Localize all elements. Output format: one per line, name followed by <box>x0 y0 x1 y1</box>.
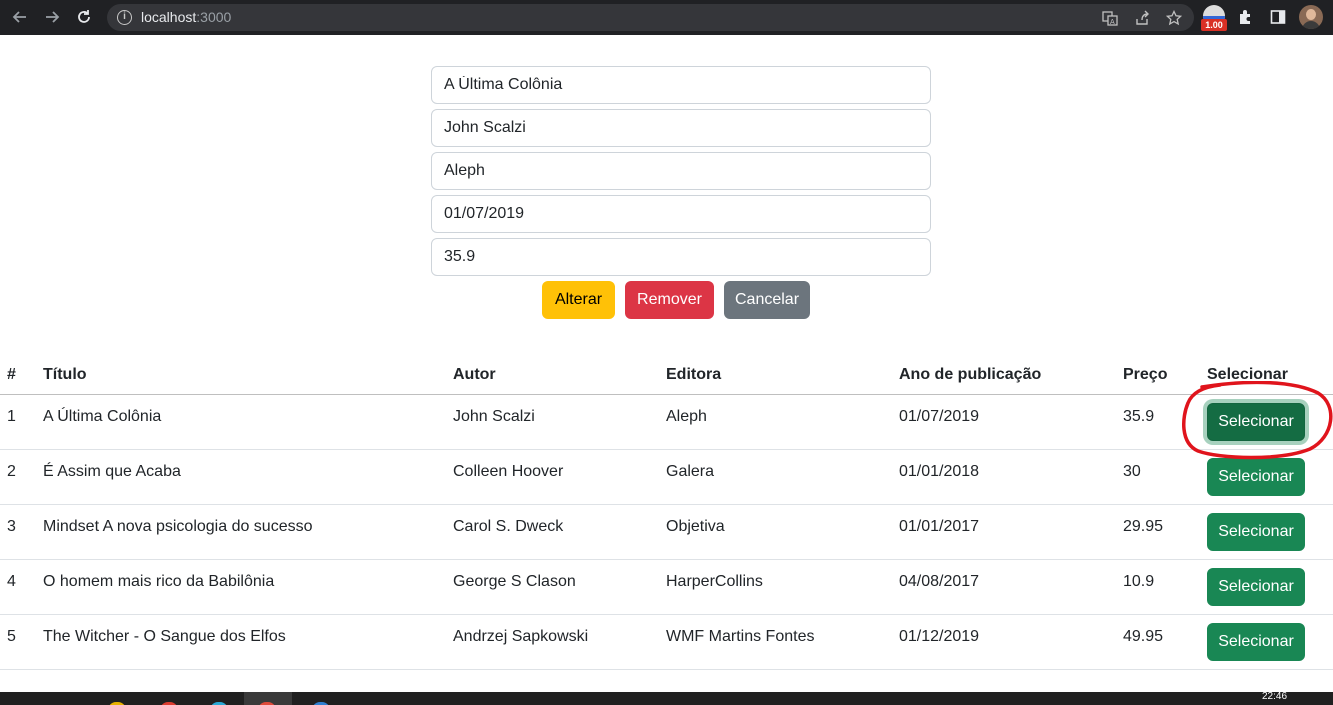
cell-autor: Colleen Hoover <box>453 463 564 480</box>
cell-id: 1 <box>7 408 16 425</box>
table-row: 5 The Witcher - O Sangue dos Elfos Andrz… <box>0 615 1333 670</box>
cell-id: 3 <box>7 518 16 535</box>
header-editora: Editora <box>666 366 722 383</box>
cell-ano: 01/01/2018 <box>899 463 980 480</box>
selecionar-button[interactable]: Selecionar <box>1207 513 1305 551</box>
header-titulo: Título <box>43 366 87 383</box>
cell-titulo: É Assim que Acaba <box>43 463 181 480</box>
ano-field[interactable] <box>431 195 931 233</box>
profile-avatar[interactable] <box>1299 5 1323 29</box>
cell-autor: Carol S. Dweck <box>453 518 564 535</box>
share-icon[interactable] <box>1132 8 1152 28</box>
cell-preco: 10.9 <box>1123 573 1155 590</box>
cell-ano: 01/07/2019 <box>899 408 980 425</box>
cell-autor: George S Clason <box>453 573 576 590</box>
header-ano: Ano de publicação <box>899 366 1042 383</box>
cell-preco: 29.95 <box>1123 518 1164 535</box>
cell-preco: 35.9 <box>1123 408 1155 425</box>
cell-titulo: A Última Colônia <box>43 408 162 425</box>
cell-id: 4 <box>7 573 16 590</box>
selecionar-button[interactable]: Selecionar <box>1207 623 1305 661</box>
cell-titulo: Mindset A nova psicologia do sucesso <box>43 518 313 535</box>
bookmark-star-icon[interactable] <box>1164 8 1184 28</box>
header-id: # <box>7 366 16 383</box>
extensions-puzzle-icon[interactable] <box>1234 5 1258 29</box>
table-row: 1 A Última Colônia John Scalzi Aleph 01/… <box>0 395 1333 450</box>
selecionar-button[interactable]: Selecionar <box>1207 568 1305 606</box>
forward-icon[interactable] <box>40 5 64 29</box>
remover-button[interactable]: Remover <box>625 281 714 319</box>
preco-field[interactable] <box>431 238 931 276</box>
titulo-field[interactable] <box>431 66 931 104</box>
cell-ano: 04/08/2017 <box>899 573 980 590</box>
taskbar-clock: 22:46 <box>1262 691 1288 702</box>
cell-id: 2 <box>7 463 16 480</box>
cell-editora: Galera <box>666 463 715 480</box>
cell-id: 5 <box>7 628 16 645</box>
table-row: 2 É Assim que Acaba Colleen Hoover Galer… <box>0 450 1333 505</box>
cell-preco: 49.95 <box>1123 628 1164 645</box>
cell-ano: 01/12/2019 <box>899 628 980 645</box>
table-row: 4 O homem mais rico da Babilônia George … <box>0 560 1333 615</box>
reload-icon[interactable] <box>72 5 96 29</box>
extension-icon[interactable]: 1.00 <box>1201 5 1227 31</box>
address-bar[interactable]: i localhost:3000 A <box>107 4 1194 31</box>
cell-editora: WMF Martins Fontes <box>666 628 815 645</box>
back-icon[interactable] <box>8 5 32 29</box>
browser-toolbar: i localhost:3000 A 1.00 <box>0 0 1333 35</box>
editora-field[interactable] <box>431 152 931 190</box>
cell-preco: 30 <box>1123 463 1141 480</box>
cell-autor: Andrzej Sapkowski <box>453 628 589 645</box>
cell-ano: 01/01/2017 <box>899 518 980 535</box>
table-row: 3 Mindset A nova psicologia do sucesso C… <box>0 505 1333 560</box>
url-text: localhost:3000 <box>141 9 232 25</box>
header-selecionar: Selecionar <box>1207 366 1288 383</box>
header-preco: Preço <box>1123 366 1168 383</box>
cell-editora: Aleph <box>666 408 707 425</box>
side-panel-icon[interactable] <box>1266 5 1290 29</box>
svg-text:A: A <box>1110 19 1115 26</box>
selecionar-button[interactable]: Selecionar <box>1207 403 1305 441</box>
selecionar-button[interactable]: Selecionar <box>1207 458 1305 496</box>
cell-autor: John Scalzi <box>453 408 535 425</box>
site-info-icon[interactable]: i <box>117 10 132 25</box>
cancelar-button[interactable]: Cancelar <box>724 281 810 319</box>
cell-editora: Objetiva <box>666 518 725 535</box>
cell-titulo: O homem mais rico da Babilônia <box>43 573 275 590</box>
cell-editora: HarperCollins <box>666 573 763 590</box>
header-autor: Autor <box>453 366 496 383</box>
cell-titulo: The Witcher - O Sangue dos Elfos <box>43 628 286 645</box>
alterar-button[interactable]: Alterar <box>542 281 615 319</box>
translate-icon[interactable]: A <box>1100 8 1120 28</box>
autor-field[interactable] <box>431 109 931 147</box>
taskbar: 22:46 <box>0 691 1333 705</box>
